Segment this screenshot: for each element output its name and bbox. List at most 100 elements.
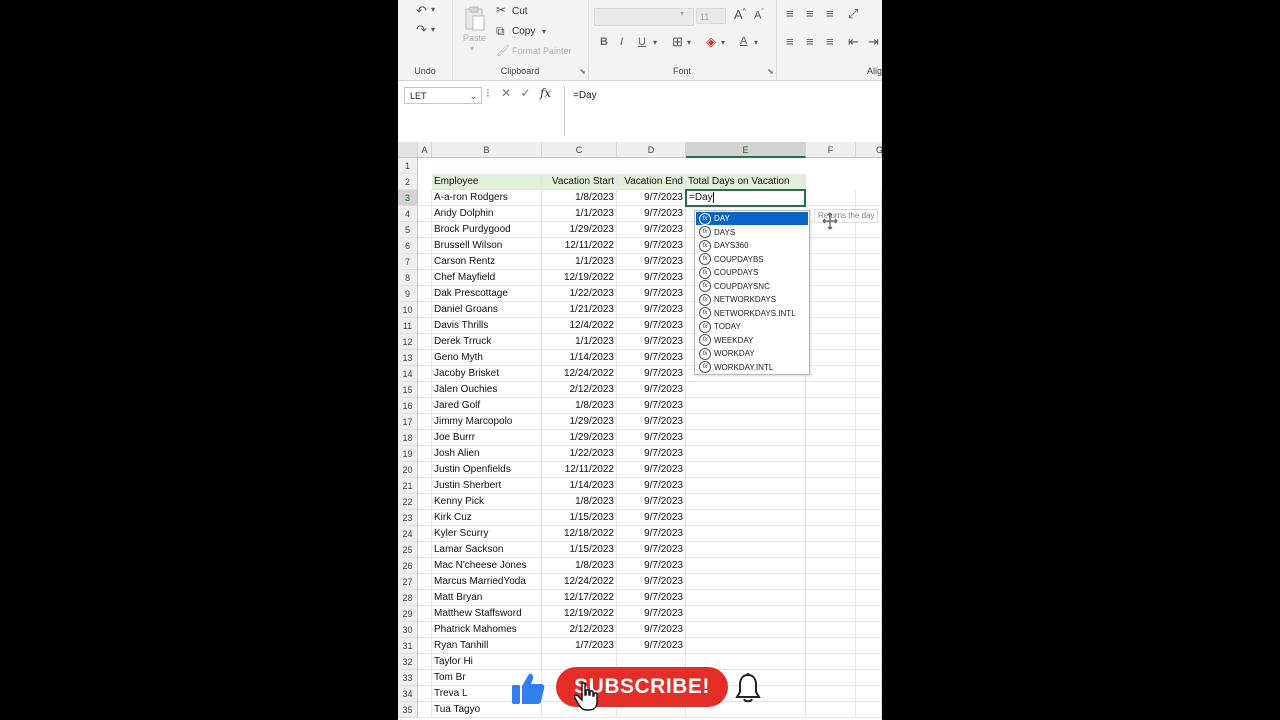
row-header[interactable]: 23 [398,510,418,526]
increase-font-icon[interactable]: A^ [734,7,746,22]
cell-a[interactable] [418,478,432,494]
cell-a[interactable] [418,462,432,478]
borders-dropdown-icon[interactable]: ▾ [687,38,691,47]
italic-icon[interactable]: I [620,36,623,48]
row-header[interactable]: 2 [398,174,418,190]
cell-g[interactable] [856,670,882,686]
cell-f[interactable] [806,254,856,270]
row-header[interactable]: 21 [398,478,418,494]
cell-a[interactable] [418,670,432,686]
row-header[interactable]: 29 [398,606,418,622]
align-right-icon[interactable]: ≡ [826,34,834,49]
cell-a[interactable] [418,398,432,414]
vacation-end-cell[interactable]: 9/7/2023 [617,526,686,542]
cell-f[interactable] [806,558,856,574]
employee-cell[interactable]: Geno Myth [432,350,542,366]
employee-cell[interactable]: Davis Thrills [432,318,542,334]
cell-f[interactable] [806,430,856,446]
name-box[interactable]: LET ⌄ [404,87,482,104]
vacation-end-cell[interactable]: 9/7/2023 [617,574,686,590]
column-header-g[interactable]: G [856,142,882,158]
cell-a[interactable] [418,382,432,398]
row-header[interactable]: 4 [398,206,418,222]
cell-g[interactable] [856,542,882,558]
cell-a[interactable] [418,494,432,510]
bottom-align-icon[interactable]: ≡ [826,6,834,21]
vacation-end-cell[interactable]: 9/7/2023 [617,366,686,382]
employee-cell[interactable]: Derek Trruck [432,334,542,350]
vacation-end-cell[interactable]: 9/7/2023 [617,382,686,398]
insert-function-icon[interactable]: fx [540,86,551,100]
cell-a[interactable] [418,510,432,526]
row-header[interactable]: 20 [398,462,418,478]
column-header-b[interactable]: B [432,142,542,158]
cell-a[interactable] [418,366,432,382]
employee-cell[interactable]: Brock Purdygood [432,222,542,238]
cell-f[interactable] [806,478,856,494]
row-header[interactable]: 30 [398,622,418,638]
employee-cell[interactable]: Matt Bryan [432,590,542,606]
cell-g[interactable] [856,574,882,590]
cell-g[interactable] [856,334,882,350]
borders-icon[interactable]: ⊞ [672,34,683,50]
cell-a[interactable] [418,526,432,542]
cell-f[interactable] [806,542,856,558]
column-header-e[interactable]: E [686,142,806,158]
cell-g[interactable] [856,286,882,302]
employee-cell[interactable]: Kenny Pick [432,494,542,510]
vacation-end-cell[interactable]: 9/7/2023 [617,286,686,302]
total-days-cell[interactable] [686,414,806,430]
decrease-font-icon[interactable]: Aˇ [754,9,764,22]
autocomplete-item[interactable]: fx WORKDAY [696,347,808,360]
cell-f[interactable] [806,574,856,590]
notification-bell-icon[interactable] [734,672,762,704]
cell-a[interactable] [418,558,432,574]
redo-dropdown-icon[interactable]: ▾ [431,25,435,34]
row-header[interactable]: 25 [398,542,418,558]
worksheet-grid[interactable]: A B C D E F G 1 2 Employee Vacation Star… [398,142,882,720]
vacation-end-cell[interactable]: 9/7/2023 [617,414,686,430]
cell-g[interactable] [856,510,882,526]
underline-icon[interactable]: U [638,36,646,48]
vacation-end-cell[interactable]: 9/7/2023 [617,590,686,606]
row-header[interactable]: 18 [398,430,418,446]
cell-a[interactable] [418,542,432,558]
copy-dropdown-icon[interactable]: ▾ [542,27,546,36]
like-thumb-icon[interactable] [510,672,546,706]
cell-f[interactable] [806,318,856,334]
cell-f[interactable] [806,670,856,686]
autocomplete-item[interactable]: fx NETWORKDAYS [696,293,808,306]
cell-f[interactable] [806,494,856,510]
vacation-start-cell[interactable]: 1/7/2023 [542,638,617,654]
header-employee[interactable]: Employee [432,174,542,190]
row-header[interactable]: 1 [398,158,418,174]
cell-g[interactable] [856,302,882,318]
cell-a[interactable] [418,574,432,590]
total-days-cell[interactable] [686,462,806,478]
row-header[interactable]: 9 [398,286,418,302]
vacation-end-cell[interactable]: 9/7/2023 [617,542,686,558]
cell-g[interactable] [856,702,882,718]
cell-g[interactable] [856,398,882,414]
total-days-cell[interactable] [686,542,806,558]
cell-g[interactable] [856,478,882,494]
fill-color-dropdown-icon[interactable]: ▾ [721,38,725,47]
cell-g[interactable] [856,446,882,462]
employee-cell[interactable]: Joe Burrr [432,430,542,446]
autocomplete-item[interactable]: fx TODAY [696,320,808,333]
vacation-start-cell[interactable]: 1/1/2023 [542,334,617,350]
copy-label[interactable]: Copy [512,26,535,37]
autocomplete-item[interactable]: fx WEEKDAY [696,334,808,347]
header-total-days[interactable]: Total Days on Vacation [686,174,806,190]
vacation-end-cell[interactable]: 9/7/2023 [617,622,686,638]
vacation-start-cell[interactable]: 12/11/2022 [542,462,617,478]
cell-a[interactable] [418,222,432,238]
employee-cell[interactable]: Lamar Sackson [432,542,542,558]
format-painter-label[interactable]: Format Painter [512,46,572,56]
cell-f[interactable] [806,398,856,414]
cell-a[interactable] [418,414,432,430]
vacation-start-cell[interactable]: 1/29/2023 [542,222,617,238]
column-header-c[interactable]: C [542,142,617,158]
cell-a[interactable] [418,702,432,718]
vacation-start-cell[interactable]: 12/17/2022 [542,590,617,606]
